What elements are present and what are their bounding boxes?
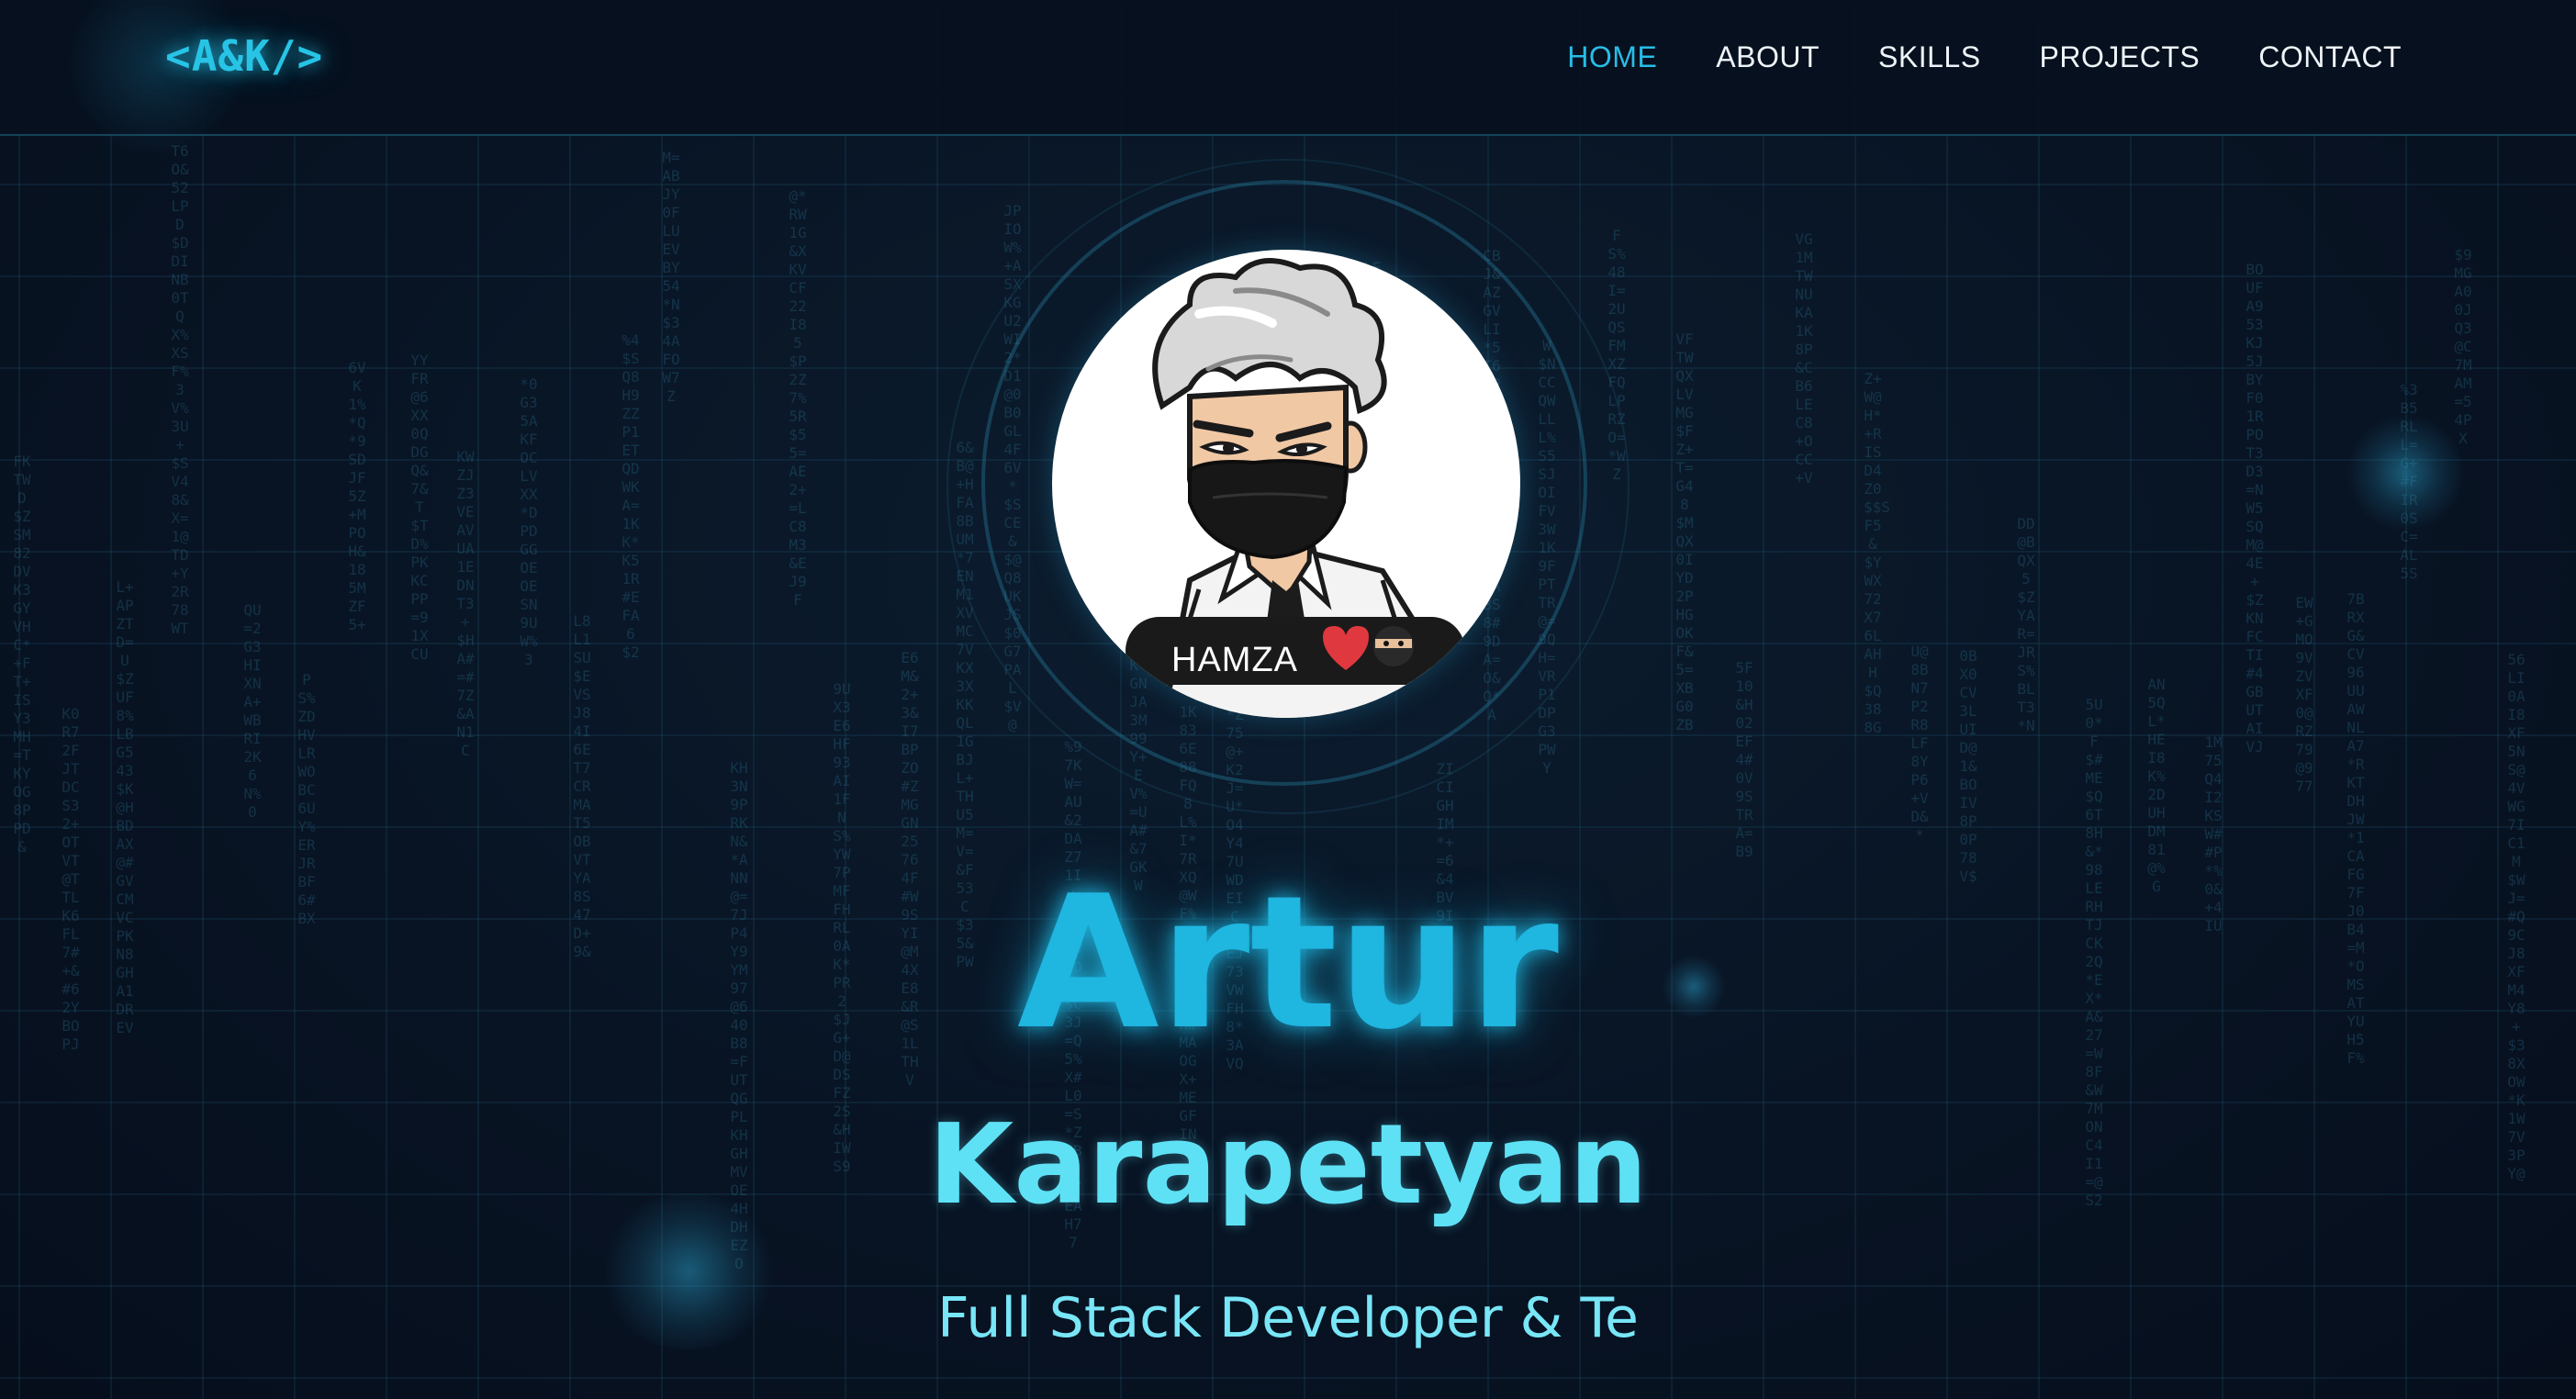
matrix-rain-column: @*RW1G&XKVCF22I85$P2Z7%5R$55=AE2+=LC8M3&…: [789, 187, 807, 609]
nav-contact[interactable]: CONTACT: [2258, 40, 2402, 74]
matrix-rain-column: VFTWQXLVMG$FZ+T=G48$MQX0IYD2PHGOKF&5=XBG…: [1675, 330, 1694, 733]
matrix-rain-column: $9MGA00JQ3@C7MAM=54PX: [2454, 246, 2472, 447]
avatar-badge-label: HAMZA: [1171, 641, 1298, 679]
matrix-rain-column: M=ABJY0FLUEVBY54*N$34AFOW7Z: [662, 149, 680, 405]
matrix-rain-column: EW+GMO9VZVXF0@RZ79@977: [2295, 594, 2313, 795]
site-logo[interactable]: <A&K/>: [165, 31, 323, 81]
navbar: <A&K/> HOME ABOUT SKILLS PROJECTS CONTAC…: [0, 0, 2576, 156]
matrix-rain-column: 5F10&H02EF4#0V9STRA=B9: [1735, 659, 1753, 860]
matrix-rain-column: 0BX0CV3LUID@1&BOIV8P0P78V$: [1959, 647, 1977, 885]
main-nav: HOME ABOUT SKILLS PROJECTS CONTACT: [1508, 40, 2402, 74]
page: FKTWD$ZSM82DVK3GYVHC*+FT+ISY3MH=TKYOG8PP…: [0, 0, 2576, 1399]
nav-projects[interactable]: PROJECTS: [2040, 40, 2201, 74]
nav-about[interactable]: ABOUT: [1716, 40, 1820, 74]
matrix-rain-column: *0G35AKFOCLVXX*DPDGGOEOESN9UW%3: [520, 375, 538, 668]
hero-last-name: Karapetyan: [928, 1102, 1648, 1229]
matrix-rain-column: FKTWD$ZSM82DVK3GYVHC*+FT+ISY3MH=TKYOG8PP…: [13, 453, 31, 856]
glow-orb: [2346, 413, 2465, 532]
matrix-rain-column: DD@BQX5$ZYAR=JRS%BLT3*N: [2017, 515, 2035, 734]
matrix-rain-column: Z+W@H*+RISD4Z0$$SF5&$YWX72X76LAHH$Q388G: [1864, 370, 1890, 736]
matrix-rain-column: U@8BN7P2R8LF8YP6+VD&*: [1910, 643, 1929, 844]
hero-first-name: Artur: [1016, 856, 1560, 1070]
matrix-rain-column: BOUFA953KJ5JBYF01RPOT3D3=NW5SQM@4E+$ZKNF…: [2246, 261, 2264, 755]
avatar: HAMZA: [1052, 250, 1520, 718]
matrix-rain-column: YYFR@6XX0QDGQ&7&T$TD%PKKCPP=91XCU: [410, 352, 429, 663]
matrix-rain-column: KWZJZ3VEAVUA1EDNT3+$HA#=#7Z&AN1C: [456, 448, 475, 759]
nav-skills[interactable]: SKILLS: [1878, 40, 1981, 74]
ninja-emoji-icon: [1373, 626, 1414, 666]
matrix-rain-column: QU=2G3HIXNA+WBRI2K6N%0: [243, 601, 262, 821]
matrix-rain-column: T6O&52LPD$DDINB0TQX%XSF%3V%3U+$SV48&X=1@…: [171, 142, 189, 637]
nav-home[interactable]: HOME: [1567, 40, 1657, 74]
matrix-rain-column: %4$SQ8H9ZZP1ETQDWKA=1KK*K51R#EFA6$2: [622, 331, 640, 661]
matrix-rain-column: VG1MTWNUKA1K8P&CB6LEC8+OCC+V: [1795, 230, 1813, 487]
matrix-rain-column: 6VK1%*Q*9SDJF5Z+MPOH&185MZF5+: [348, 359, 366, 633]
hero-subtitle: Full Stack Developer & Te: [937, 1286, 1639, 1350]
